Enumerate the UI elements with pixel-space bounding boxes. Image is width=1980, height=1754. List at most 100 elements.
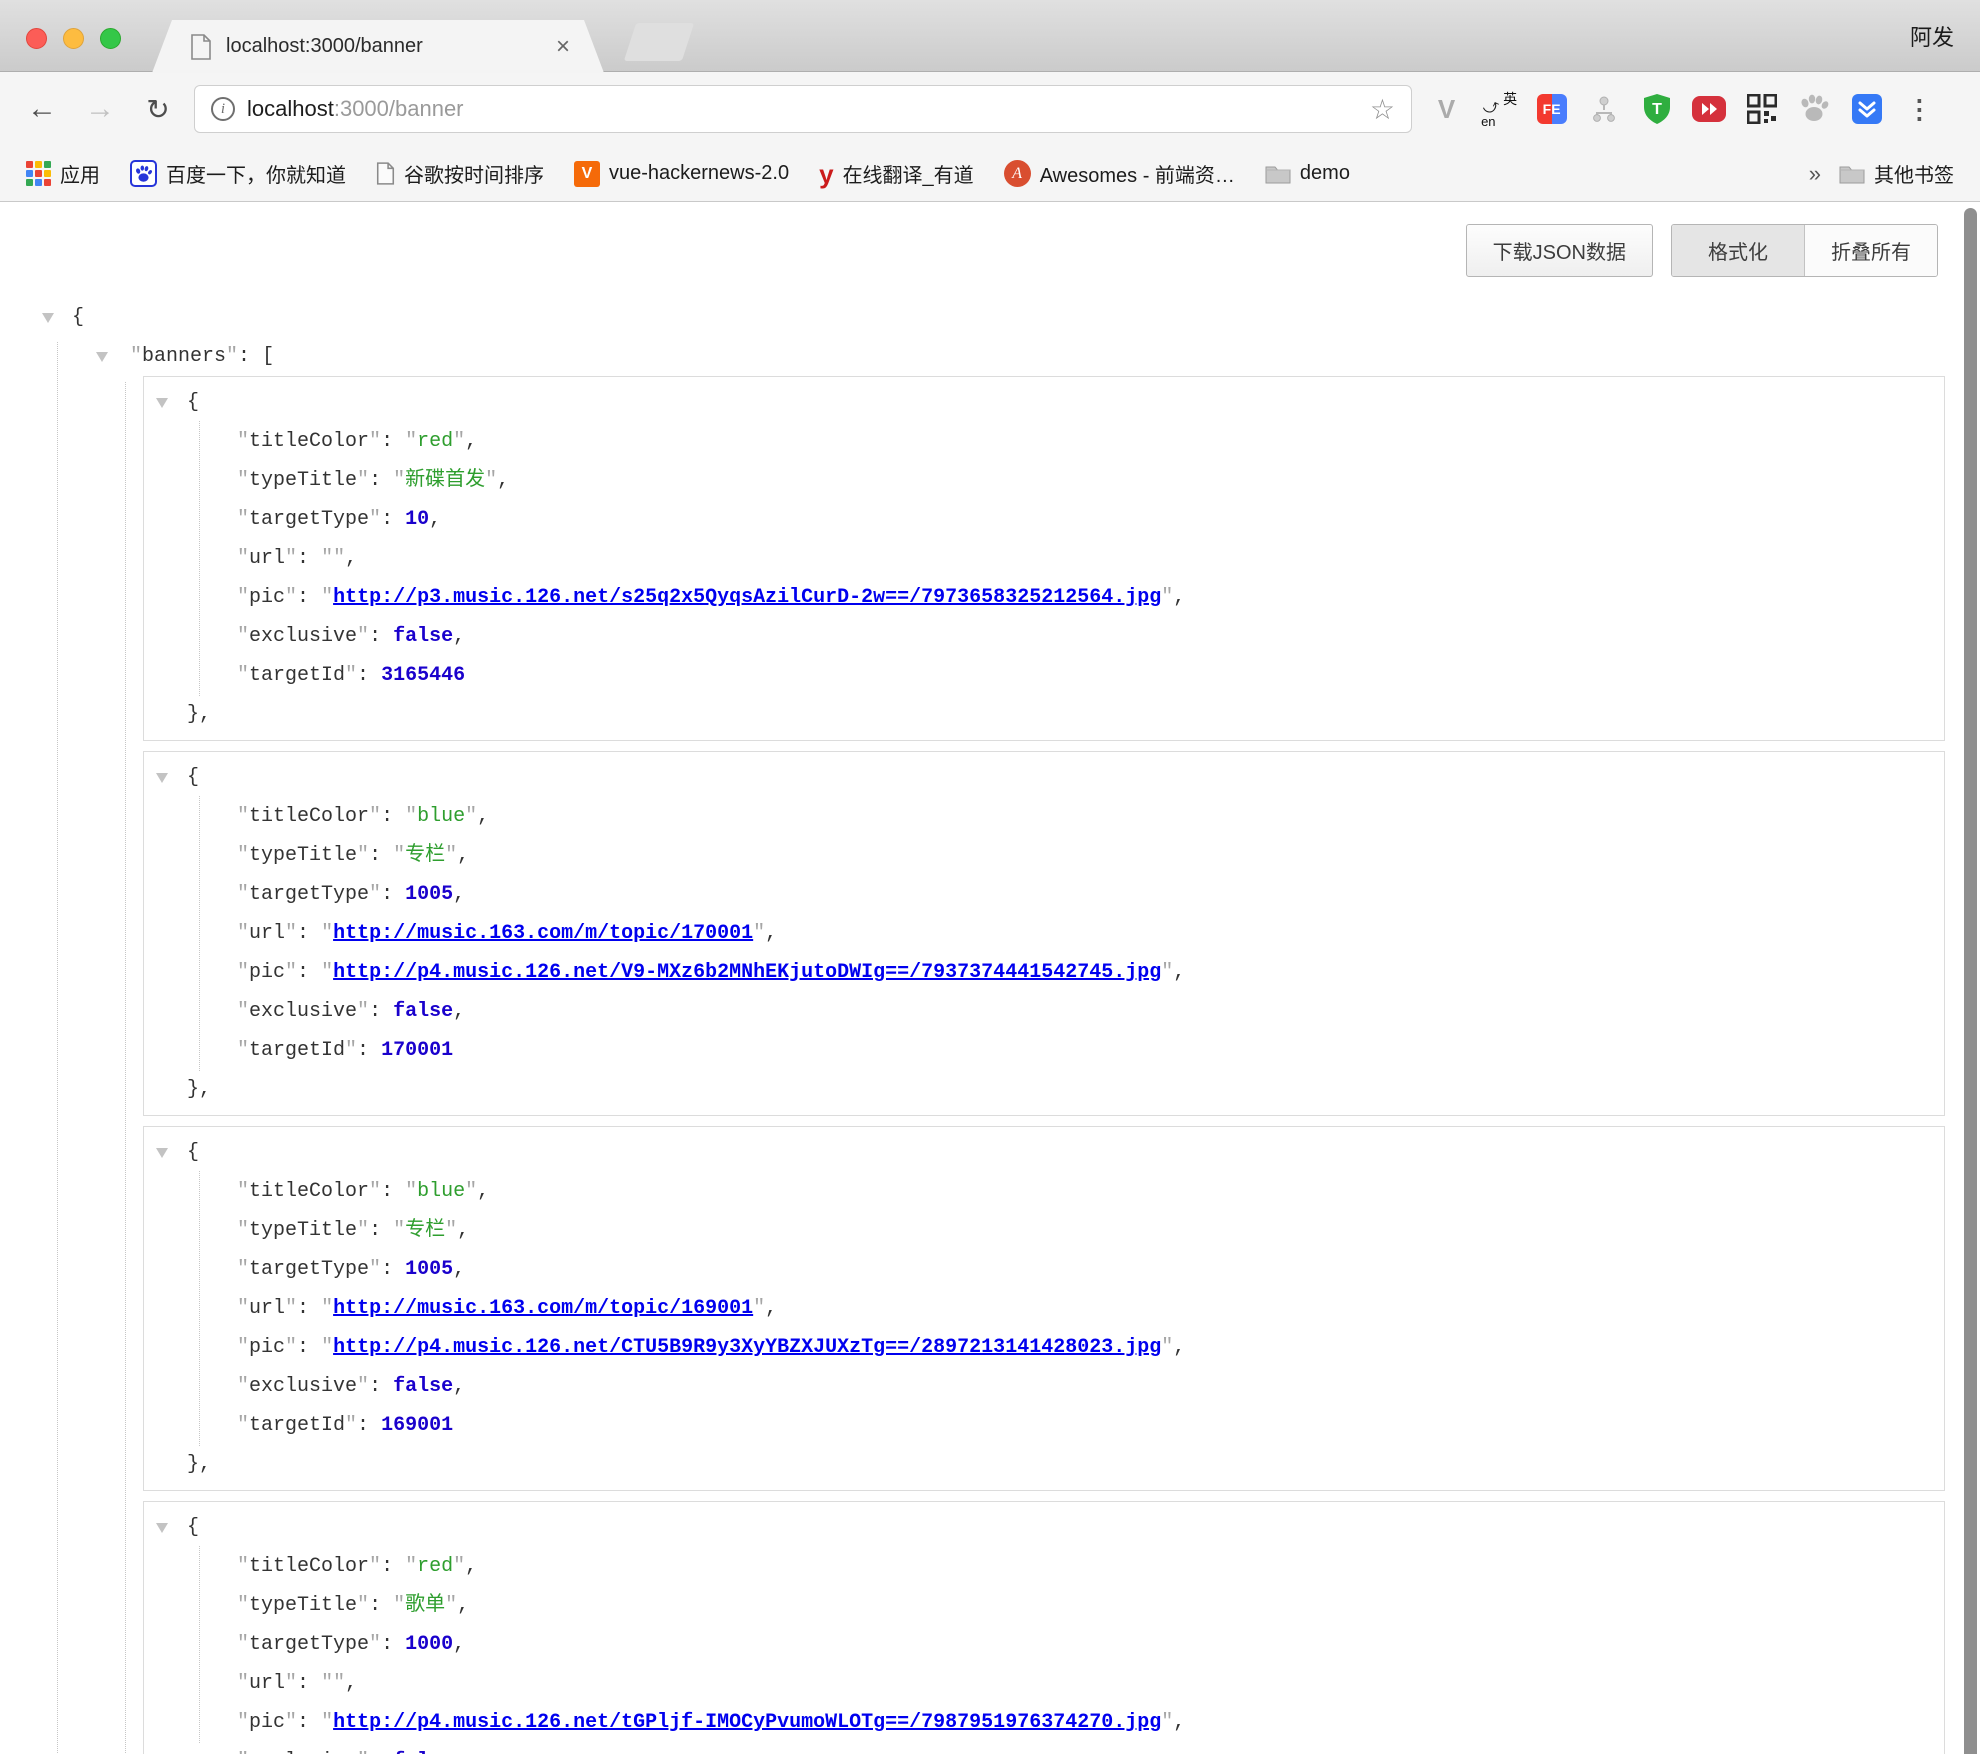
json-row: "targetId": 170001 [144, 1031, 1944, 1070]
json-object-2: {"titleColor": "blue","typeTitle": "专栏",… [143, 1126, 1945, 1491]
json-value-link[interactable]: http://music.163.com/m/topic/170001 [333, 922, 753, 945]
bookmark-apps[interactable]: 应用 [26, 159, 100, 188]
json-token: : [369, 625, 393, 648]
bookmark-demo-folder[interactable]: demo [1265, 162, 1350, 185]
bookmark-star-icon[interactable]: ☆ [1370, 93, 1395, 126]
format-button[interactable]: 格式化 [1672, 225, 1805, 276]
json-value-link[interactable]: http://p3.music.126.net/s25q2x5QyqsAzilC… [333, 586, 1161, 609]
thunder-download-extension-icon[interactable] [1849, 91, 1885, 127]
json-value-number: false [393, 1000, 453, 1023]
json-token: }, [187, 1453, 211, 1476]
json-token: " [405, 805, 417, 828]
tampermonkey-shield-extension-icon[interactable]: T [1639, 91, 1675, 127]
json-token: { [187, 391, 199, 414]
json-token: { [187, 1516, 199, 1539]
forward-icon[interactable]: → [84, 92, 116, 126]
browser-menu-icon[interactable]: ⋮ [1901, 91, 1937, 127]
collapse-triangle-icon[interactable] [42, 313, 54, 323]
json-key: targetType [249, 1258, 369, 1281]
json-value-number: 169001 [381, 1414, 453, 1437]
json-key: banners [142, 345, 226, 368]
collapse-triangle-icon[interactable] [156, 773, 168, 783]
collapse-triangle-icon[interactable] [96, 352, 108, 362]
json-key: url [249, 1297, 285, 1320]
json-value-number: 1005 [405, 883, 453, 906]
bookmark-baidu[interactable]: 百度一下，你就知道 [130, 159, 346, 188]
json-token: , [1173, 1711, 1185, 1734]
reload-icon[interactable]: ↻ [142, 93, 174, 126]
video-downloader-extension-icon[interactable] [1691, 91, 1727, 127]
json-token: : [369, 1750, 393, 1754]
json-row: "url": "", [144, 539, 1944, 578]
json-token: " [285, 1336, 297, 1359]
page-info-icon[interactable]: i [211, 97, 235, 121]
json-token: " [753, 1297, 765, 1320]
download-json-button[interactable]: 下载JSON数据 [1466, 224, 1653, 277]
json-token: : [381, 1633, 405, 1656]
json-key: pic [249, 961, 285, 984]
close-window-button[interactable] [26, 28, 47, 49]
json-value-link[interactable]: http://p4.music.126.net/CTU5B9R9y3XyYBZX… [333, 1336, 1161, 1359]
json-token: " [285, 547, 297, 570]
bookmark-vue-hackernews[interactable]: V vue-hackernews-2.0 [574, 161, 789, 187]
collapse-triangle-icon[interactable] [156, 1148, 168, 1158]
json-value-link[interactable]: http://music.163.com/m/topic/169001 [333, 1297, 753, 1320]
json-value-link[interactable]: http://p4.music.126.net/V9-MXz6b2MNhEKju… [333, 961, 1161, 984]
json-value-string: 歌单 [405, 1594, 445, 1617]
json-token: " [237, 508, 249, 531]
collapse-triangle-icon[interactable] [156, 1523, 168, 1533]
json-token: " [237, 1180, 249, 1203]
bookmarks-overflow-icon[interactable]: » [1809, 161, 1821, 187]
json-key: pic [249, 1711, 285, 1734]
json-token: " [237, 547, 249, 570]
json-token: " [393, 1219, 405, 1242]
json-key: exclusive [249, 625, 357, 648]
bookmark-awesomes[interactable]: A Awesomes - 前端资… [1004, 159, 1235, 188]
bookmark-label: 应用 [60, 159, 100, 188]
url-host: localhost [247, 96, 334, 122]
minimize-window-button[interactable] [63, 28, 84, 49]
browser-tab[interactable]: localhost:3000/banner × [152, 20, 604, 73]
collapse-triangle-icon[interactable] [156, 398, 168, 408]
json-row: "targetType": 1005, [144, 1250, 1944, 1289]
back-icon[interactable]: ← [26, 92, 58, 126]
tab-close-icon[interactable]: × [556, 35, 570, 59]
collapse-all-button[interactable]: 折叠所有 [1805, 225, 1937, 276]
address-bar[interactable]: i localhost :3000/banner ☆ [194, 85, 1412, 133]
json-token: " [465, 1180, 477, 1203]
json-token: , [453, 883, 465, 906]
json-token: " [369, 430, 381, 453]
json-token: { [187, 766, 199, 789]
vertical-scrollbar[interactable] [1964, 208, 1977, 1754]
title-bar: localhost:3000/banner × 阿发 [0, 0, 1980, 72]
json-token: " [237, 1414, 249, 1437]
json-token: { [187, 1141, 199, 1164]
bookmark-google-sort[interactable]: 谷歌按时间排序 [376, 159, 544, 188]
json-row: "pic": "http://p4.music.126.net/V9-MXz6b… [144, 953, 1944, 992]
fe-extension-icon[interactable]: FE [1534, 91, 1570, 127]
json-value-link[interactable]: http://p4.music.126.net/tGPljf-IMOCyPvum… [333, 1711, 1161, 1734]
qr-code-extension-icon[interactable] [1744, 91, 1780, 127]
json-token: , [1173, 586, 1185, 609]
awesomes-icon: A [1004, 160, 1031, 187]
vue-devtools-extension-icon[interactable]: V [1429, 91, 1465, 127]
paw-extension-icon[interactable] [1796, 91, 1832, 127]
bookmark-label: demo [1300, 162, 1350, 185]
bookmark-youdao[interactable]: y 在线翻译_有道 [819, 159, 974, 188]
bookmarks-bar: 应用 百度一下，你就知道 谷歌按时间排序 V vue-hackernews-2.… [0, 146, 1980, 202]
json-key: url [249, 1672, 285, 1695]
other-bookmarks-folder[interactable]: 其他书签 [1839, 159, 1954, 188]
profile-name[interactable]: 阿发 [1910, 0, 1954, 72]
sitemap-extension-icon[interactable] [1586, 91, 1622, 127]
fullscreen-window-button[interactable] [100, 28, 121, 49]
translate-extension-icon[interactable]: 英 en ⤻ [1481, 91, 1517, 127]
json-token: " [237, 1000, 249, 1023]
json-token: " [369, 805, 381, 828]
json-token: , [465, 430, 477, 453]
new-tab-button[interactable] [624, 23, 694, 61]
window-controls [26, 28, 121, 49]
json-token: " [393, 1594, 405, 1617]
json-key: typeTitle [249, 1594, 357, 1617]
json-key: titleColor [249, 1180, 369, 1203]
json-token: " [285, 1711, 297, 1734]
